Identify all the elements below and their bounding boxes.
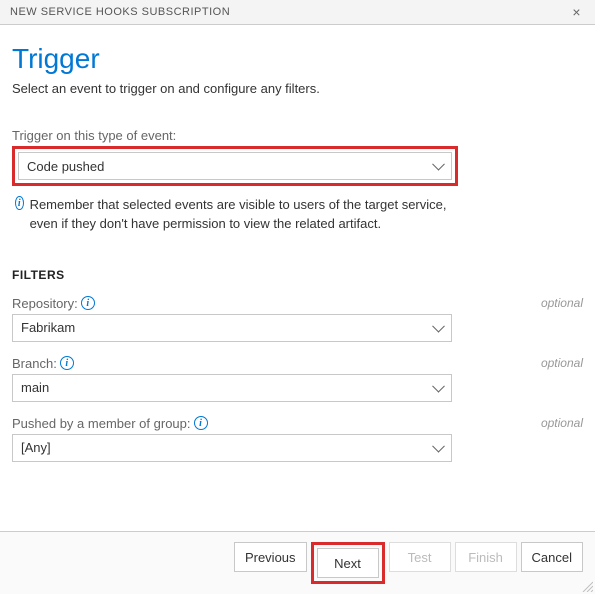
trigger-event-select[interactable]: Code pushed (18, 152, 452, 180)
trigger-label: Trigger on this type of event: (12, 128, 583, 143)
dialog-body: Trigger Select an event to trigger on an… (0, 25, 595, 462)
filter-branch-select[interactable]: main (12, 374, 452, 402)
trigger-note: i Remember that selected events are visi… (12, 196, 452, 234)
previous-button[interactable]: Previous (234, 542, 307, 572)
test-button: Test (389, 542, 451, 572)
info-icon[interactable]: i (194, 416, 208, 430)
info-icon[interactable]: i (60, 356, 74, 370)
info-icon[interactable]: i (81, 296, 95, 310)
filters-heading: FILTERS (12, 268, 583, 282)
dialog-title: NEW SERVICE HOOKS SUBSCRIPTION (10, 6, 230, 18)
dialog-header: NEW SERVICE HOOKS SUBSCRIPTION × (0, 0, 595, 25)
next-highlight: Next (311, 542, 385, 584)
filter-repository-label: Repository: i optional (12, 296, 583, 311)
filter-branch-label: Branch: i optional (12, 356, 583, 371)
dialog-footer: Previous Next Test Finish Cancel (0, 531, 595, 594)
page-subtitle: Select an event to trigger on and config… (12, 81, 583, 96)
info-icon: i (15, 196, 24, 210)
next-button[interactable]: Next (317, 548, 379, 578)
cancel-button[interactable]: Cancel (521, 542, 583, 572)
filter-group-select[interactable]: [Any] (12, 434, 452, 462)
page-title: Trigger (12, 43, 583, 75)
close-icon[interactable]: × (568, 4, 585, 20)
filter-group-label: Pushed by a member of group: i optional (12, 416, 583, 431)
filter-repository-select[interactable]: Fabrikam (12, 314, 452, 342)
trigger-highlight: Code pushed (12, 146, 458, 186)
resize-grip-icon[interactable] (581, 580, 593, 592)
finish-button: Finish (455, 542, 517, 572)
